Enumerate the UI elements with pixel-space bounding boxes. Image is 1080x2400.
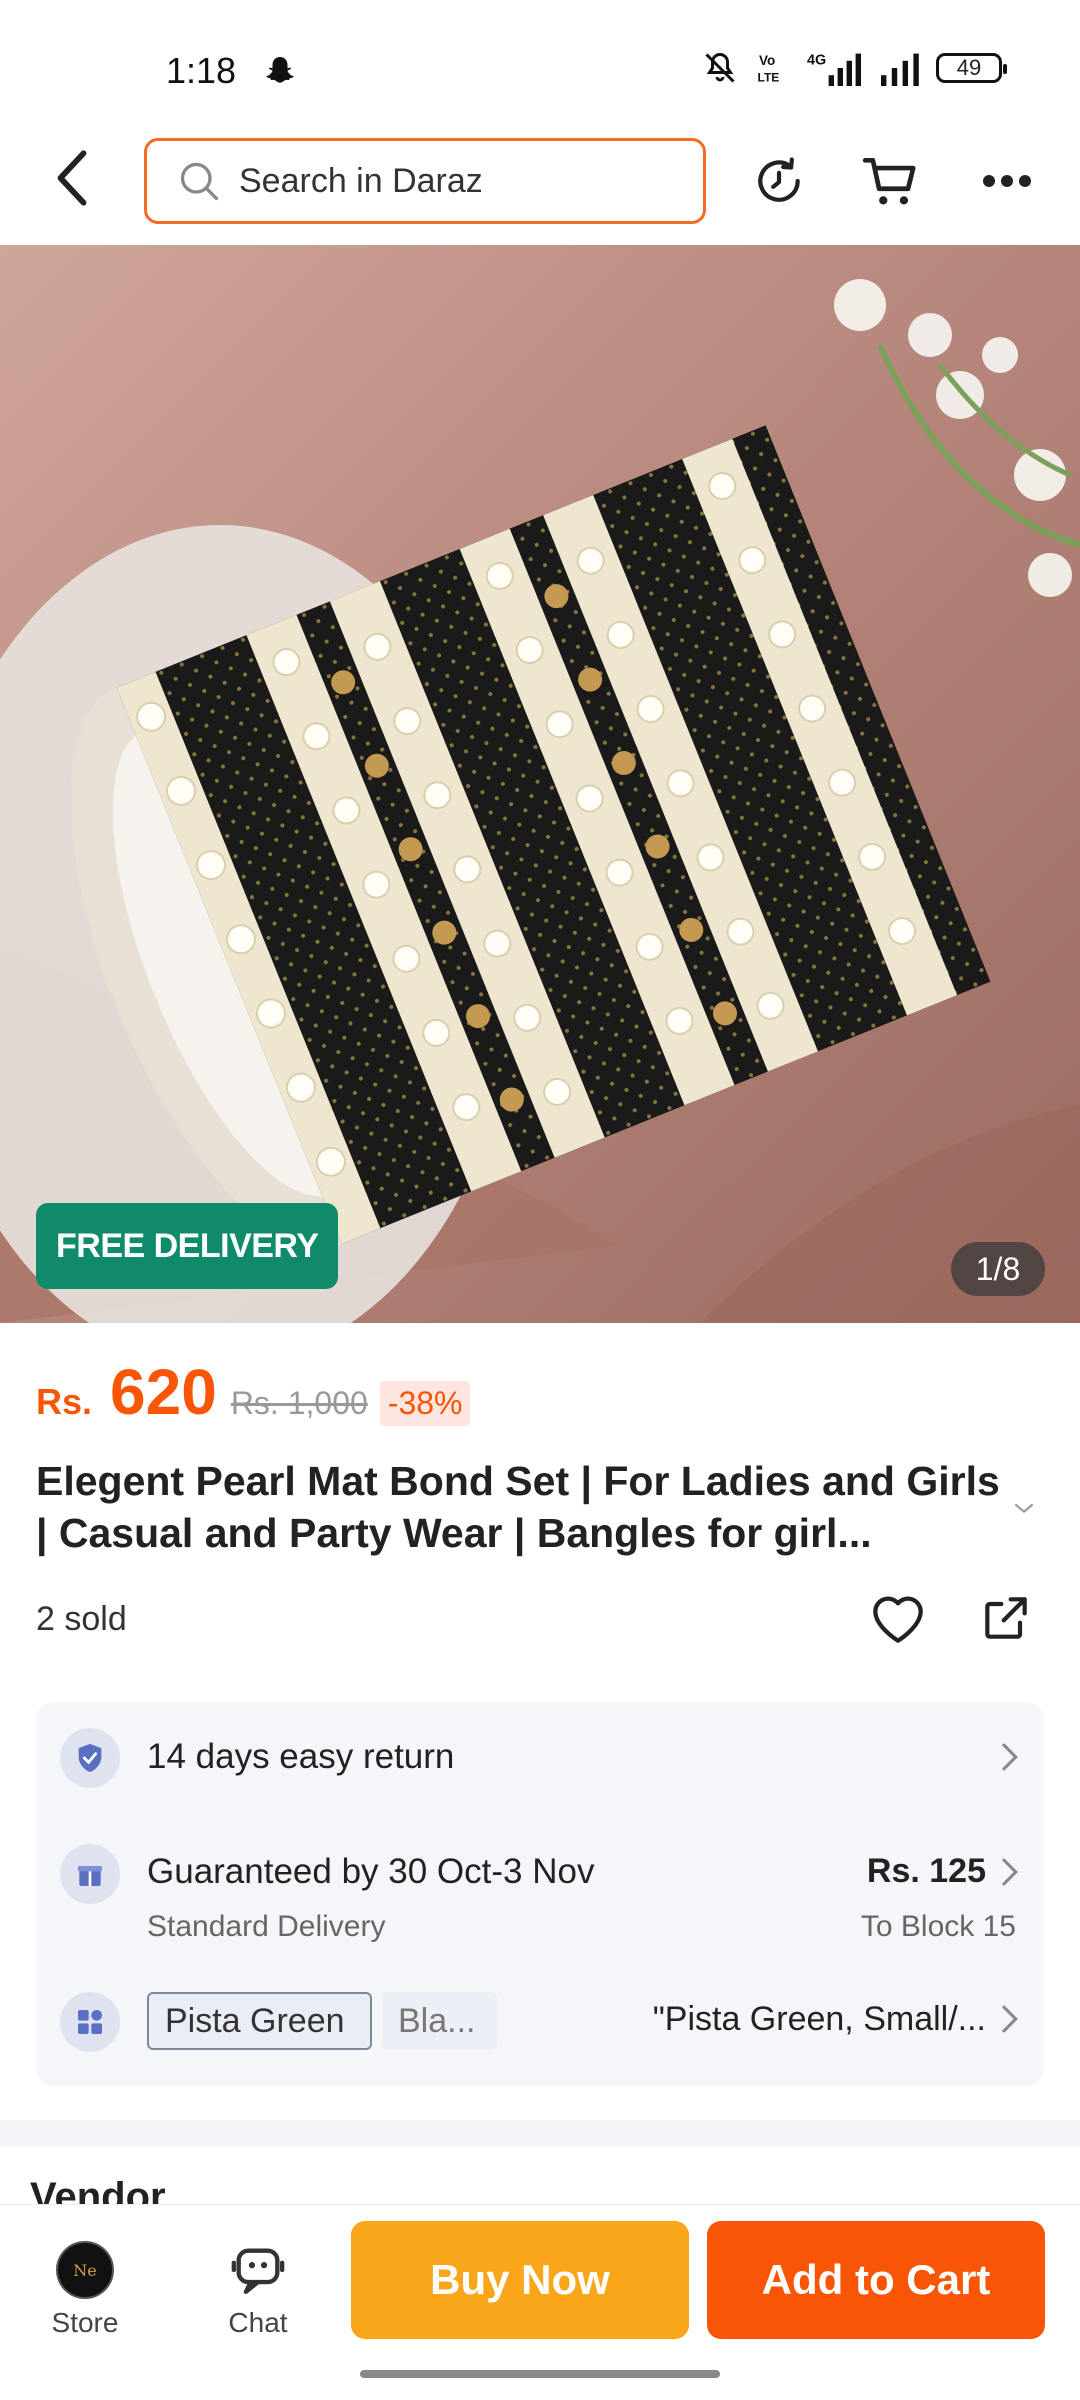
buy-now-button[interactable]: Buy Now [351, 2221, 689, 2339]
svg-text:Vo: Vo [759, 53, 775, 68]
price-value: 620 [110, 1356, 217, 1428]
chevron-down-icon[interactable] [1008, 1493, 1040, 1525]
original-price: Rs. 1,000 [230, 1385, 368, 1421]
store-button[interactable]: Ne Store [25, 2241, 145, 2339]
chat-button[interactable]: Chat [198, 2241, 318, 2339]
search-bar[interactable] [144, 138, 706, 224]
price-row: Rs. 620 Rs. 1,000 -38% [36, 1355, 471, 1429]
delivery-info-card: 14 days easy return Guaranteed by 30 Oct… [36, 1702, 1044, 2086]
gift-icon [60, 1844, 120, 1904]
status-time: 1:18 [166, 50, 237, 91]
variant-chip-selected[interactable]: Pista Green [147, 1992, 372, 2050]
search-input[interactable] [239, 161, 659, 201]
battery-icon: 49 [936, 53, 1007, 83]
battery-level: 49 [956, 55, 982, 80]
more-icon [983, 175, 1031, 187]
back-button[interactable] [44, 148, 100, 208]
price-currency: Rs. [36, 1381, 93, 1422]
more-options-button[interactable] [976, 150, 1038, 212]
share-icon[interactable] [978, 1590, 1034, 1646]
top-navigation-bar [0, 130, 1080, 245]
store-label: Store [51, 2307, 119, 2338]
svg-text:LTE: LTE [758, 71, 780, 85]
discount-badge: -38% [379, 1381, 471, 1426]
product-photo [0, 245, 1080, 1323]
mute-icon [705, 52, 735, 83]
variant-row[interactable]: Pista Green Bla... "Pista Green, Small/.… [36, 1962, 1044, 2086]
variant-grid-icon [60, 1992, 120, 2052]
heart-icon[interactable] [866, 1586, 930, 1650]
history-icon [758, 157, 800, 202]
sold-count: 2 sold [36, 1600, 127, 1638]
svg-text:4G: 4G [807, 52, 826, 68]
status-bar: 1:18 Vo LTE 4G 49 [0, 0, 1080, 130]
store-logo-icon: Ne [56, 2241, 114, 2299]
add-to-cart-button[interactable]: Add to Cart [707, 2221, 1045, 2339]
snapchat-icon [266, 57, 294, 83]
section-divider [0, 2120, 1080, 2146]
chat-label: Chat [228, 2307, 288, 2338]
cart-button[interactable] [860, 150, 922, 212]
free-delivery-badge: FREE DELIVERY [36, 1203, 339, 1289]
delivery-type: Standard Delivery [147, 1910, 386, 1943]
product-image-gallery[interactable]: FREE DELIVERY 1/8 [0, 245, 1080, 1323]
home-indicator[interactable] [360, 2370, 720, 2378]
shield-icon [60, 1728, 120, 1788]
image-counter: 1/8 [951, 1242, 1045, 1296]
return-policy-label: 14 days easy return [147, 1737, 455, 1776]
volte-icon: Vo LTE [758, 53, 780, 85]
variant-chip[interactable]: Bla... [382, 1992, 497, 2050]
chevron-right-icon [1002, 1743, 1018, 1771]
delivery-guarantee: Guaranteed by 30 Oct-3 Nov [147, 1852, 595, 1891]
status-icons: Vo LTE 4G 49 [698, 50, 1007, 86]
signal-4g-icon: 4G [807, 52, 861, 86]
product-title[interactable]: Elegent Pearl Mat Bond Set | For Ladies … [36, 1455, 1016, 1559]
delivery-fee: Rs. 125 [866, 1852, 986, 1890]
search-icon [180, 162, 219, 201]
return-policy-row[interactable]: 14 days easy return [36, 1702, 1044, 1812]
delivery-row[interactable]: Guaranteed by 30 Oct-3 Nov Standard Deli… [36, 1812, 1044, 1962]
signal-icon [881, 53, 919, 86]
back-icon [57, 150, 87, 206]
delivery-location: To Block 15 [860, 1910, 1016, 1943]
chevron-right-icon [1002, 2005, 1018, 2033]
cart-icon [862, 158, 916, 205]
vendor-section-title: Vendor [30, 2175, 166, 2205]
selected-variant: "Pista Green, Small/... [652, 2000, 986, 2038]
history-button[interactable] [748, 150, 810, 212]
chevron-right-icon [1002, 1858, 1018, 1886]
chat-icon [231, 2248, 285, 2294]
